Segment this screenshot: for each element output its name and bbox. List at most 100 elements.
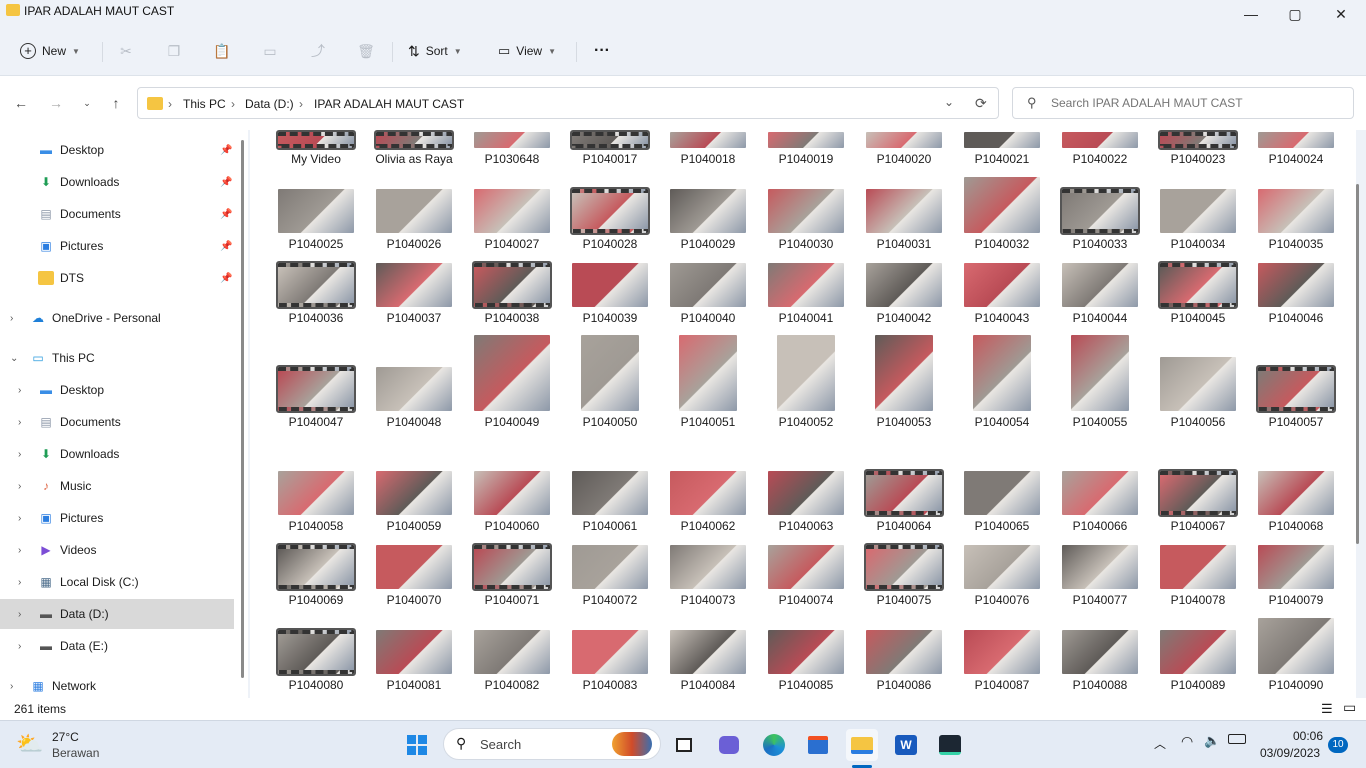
sidebar-item[interactable]: › ▤ Documents <box>0 407 234 437</box>
file-name: P1040068 <box>1268 519 1324 533</box>
close-button[interactable]: ✕ <box>1318 0 1364 28</box>
recent-locations-chevron-icon[interactable]: ⌄ <box>76 92 98 114</box>
large-icons-view-icon[interactable]: ▭ <box>1343 699 1356 716</box>
expand-chevron-icon[interactable]: › <box>10 681 13 692</box>
wifi-icon[interactable]: ◠ <box>1181 733 1193 750</box>
expand-chevron-icon[interactable]: › <box>18 609 21 620</box>
file-name: P1040073 <box>680 593 736 607</box>
file-name: P1040031 <box>876 237 932 251</box>
microsoft-store-icon[interactable] <box>802 729 834 761</box>
share-icon[interactable]: ⤴ <box>308 41 328 61</box>
expand-chevron-icon[interactable]: ⌄ <box>10 353 18 364</box>
delete-icon[interactable]: 🗑 <box>356 41 376 61</box>
paste-icon[interactable]: 📋 <box>212 41 232 61</box>
sidebar-item[interactable]: › ▣ Pictures <box>0 503 234 533</box>
word-icon[interactable]: W <box>890 729 922 761</box>
battery-icon[interactable] <box>1228 734 1246 744</box>
chat-icon[interactable] <box>713 729 745 761</box>
file-explorer-icon[interactable] <box>846 729 878 761</box>
photo-thumbnail <box>1160 630 1236 674</box>
maximize-button[interactable]: ▢ <box>1272 0 1318 28</box>
taskbar-search-label: Search <box>480 737 522 752</box>
breadcrumb-this-pc[interactable]: This PC <box>183 97 226 111</box>
sidebar-item[interactable]: › ▬ Data (E:) <box>0 631 234 661</box>
new-button[interactable]: + New ▼ <box>14 37 86 65</box>
back-arrow-icon[interactable]: ← <box>10 92 32 114</box>
file-name: P1040024 <box>1268 152 1324 166</box>
sidebar-item[interactable]: › ▬ Data (D:) <box>0 599 234 629</box>
start-windows-icon[interactable] <box>401 729 433 761</box>
video-thumbnail <box>276 543 356 591</box>
sidebar-item[interactable]: ⬇ Downloads 📌 <box>0 167 234 197</box>
sidebar-item[interactable]: › ☁ OneDrive - Personal <box>0 303 234 333</box>
expand-chevron-icon[interactable]: › <box>18 385 21 396</box>
up-arrow-icon[interactable]: ↑ <box>105 92 127 114</box>
sidebar-item[interactable]: ▣ Pictures 📌 <box>0 231 234 261</box>
photo-thumbnail <box>1062 630 1138 674</box>
sidebar-item[interactable]: › ⬇ Downloads <box>0 439 234 469</box>
folder-icon <box>147 97 163 110</box>
sort-button[interactable]: ⇅ Sort ▼ <box>402 37 468 65</box>
sidebar-item[interactable]: ⌄ ▭ This PC <box>0 343 234 373</box>
sidebar-item[interactable]: ▤ Documents 📌 <box>0 199 234 229</box>
search-icon: ⚲ <box>456 735 467 751</box>
sidebar-item[interactable]: DTS 📌 <box>0 263 234 293</box>
photo-thumbnail <box>474 335 550 411</box>
downloads-icon: ⬇ <box>40 447 52 461</box>
downloads-icon: ⬇ <box>40 175 52 189</box>
expand-chevron-icon[interactable]: › <box>18 545 21 556</box>
copy-icon[interactable]: ❐ <box>164 41 184 61</box>
expand-chevron-icon[interactable]: › <box>18 417 21 428</box>
sidebar-scrollbar[interactable] <box>241 140 244 678</box>
sidebar-item[interactable]: › ▦ Network <box>0 671 234 701</box>
address-dropdown-chevron-icon[interactable]: ⌄ <box>944 95 954 109</box>
file-name: P1040033 <box>1072 237 1128 251</box>
sidebar-item[interactable]: › ▶ Videos <box>0 535 234 565</box>
task-view-icon[interactable] <box>668 729 700 761</box>
sort-label: Sort <box>425 44 448 58</box>
breadcrumb-current-folder[interactable]: IPAR ADALAH MAUT CAST <box>314 97 464 111</box>
photo-thumbnail <box>1258 132 1334 148</box>
expand-chevron-icon[interactable]: › <box>18 481 21 492</box>
expand-chevron-icon[interactable]: › <box>18 577 21 588</box>
file-name: P1040083 <box>582 678 638 692</box>
cut-icon[interactable]: ✂ <box>116 41 136 61</box>
file-name: P1040028 <box>582 237 638 251</box>
clock-date[interactable]: 03/09/2023 <box>1260 746 1320 760</box>
notification-badge[interactable]: 10 <box>1328 737 1348 753</box>
rename-icon[interactable]: ▭ <box>260 41 280 61</box>
details-view-icon[interactable]: ☰ <box>1321 701 1333 717</box>
sidebar-item-label: Network <box>52 679 97 693</box>
item-count: 261 items <box>14 702 67 716</box>
search-input[interactable] <box>1051 94 1341 112</box>
expand-chevron-icon[interactable]: › <box>18 513 21 524</box>
edge-browser-icon[interactable] <box>758 729 790 761</box>
sidebar-item[interactable]: ▬ Desktop 📌 <box>0 135 234 165</box>
taskbar-search[interactable]: ⚲ Search <box>443 728 661 760</box>
show-hidden-icons-chevron-icon[interactable]: ︿ <box>1154 735 1166 752</box>
file-name: P1040026 <box>386 237 442 251</box>
clock-time[interactable]: 00:06 <box>1293 729 1323 743</box>
sidebar-item[interactable]: › ♪ Music <box>0 471 234 501</box>
breadcrumb-data-d[interactable]: Data (D:) <box>245 97 294 111</box>
content-scrollbar[interactable] <box>1356 184 1359 544</box>
address-bar[interactable]: › This PC › Data (D:) › IPAR ADALAH MAUT… <box>137 87 999 119</box>
weather-widget[interactable]: ⛅ 27°C Berawan <box>14 727 134 763</box>
search-box[interactable]: ⚲ <box>1012 87 1354 119</box>
sidebar-item[interactable]: › ▦ Local Disk (C:) <box>0 567 234 597</box>
sidebar-item[interactable]: › ▬ Desktop <box>0 375 234 405</box>
view-button[interactable]: ▭ View ▼ <box>492 37 562 65</box>
expand-chevron-icon[interactable]: › <box>10 313 13 324</box>
volume-icon[interactable]: 🔈 <box>1204 733 1220 749</box>
window-title: IPAR ADALAH MAUT CAST <box>24 4 175 18</box>
file-name: P1040018 <box>680 152 736 166</box>
more-options-button[interactable]: ··· <box>588 37 616 65</box>
video-editor-icon[interactable] <box>934 729 966 761</box>
forward-arrow-icon[interactable]: → <box>45 92 67 114</box>
minimize-button[interactable]: — <box>1228 0 1274 28</box>
expand-chevron-icon[interactable]: › <box>18 641 21 652</box>
expand-chevron-icon[interactable]: › <box>18 449 21 460</box>
video-thumbnail <box>1158 261 1238 309</box>
refresh-icon[interactable]: ⟳ <box>975 95 987 112</box>
sidebar-item-label: Desktop <box>60 383 105 397</box>
